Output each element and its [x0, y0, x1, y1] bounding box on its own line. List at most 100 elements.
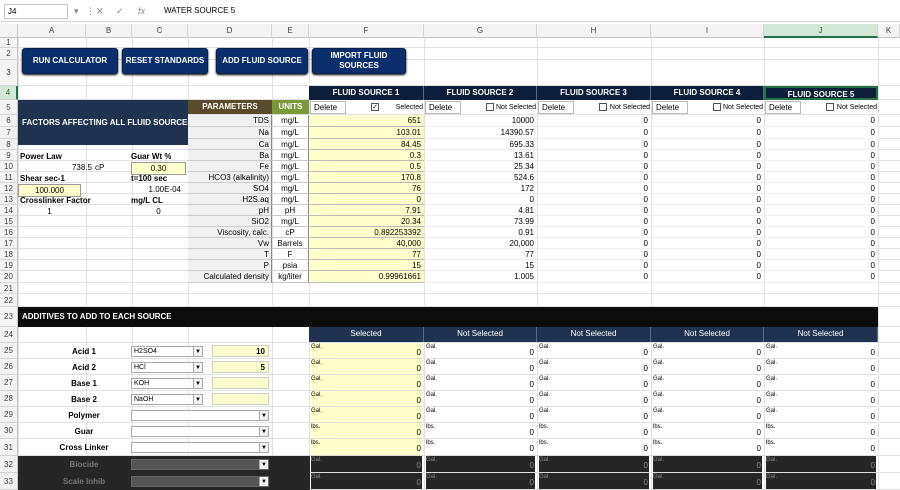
param-value-source-1[interactable]: 103.01: [309, 127, 424, 139]
param-value-source-1[interactable]: 0.3: [309, 150, 424, 161]
column-header-e[interactable]: E: [272, 24, 309, 38]
additive-dropdown[interactable]: NaOH ▼: [131, 394, 203, 405]
additive-amount-input[interactable]: 10: [212, 345, 269, 357]
additive-value-source-2[interactable]: 0: [424, 411, 534, 422]
additive-value-source-4[interactable]: 0: [651, 411, 761, 422]
row-header-11[interactable]: 11: [0, 172, 18, 183]
additive-amount-input[interactable]: [212, 393, 269, 405]
additive-value-source-3[interactable]: 0: [537, 379, 648, 390]
select-source-4-checkbox[interactable]: [713, 103, 721, 111]
import-fluid-sources-button[interactable]: IMPORT FLUID SOURCES: [312, 48, 406, 74]
row-header-9[interactable]: 9: [0, 150, 18, 161]
additive-value-source-3[interactable]: 0: [537, 395, 648, 406]
name-box[interactable]: J4: [4, 4, 68, 19]
additive-value-source-1[interactable]: 0: [309, 477, 421, 488]
chevron-down-icon[interactable]: ▼: [259, 477, 268, 486]
additive-value-source-4[interactable]: 0: [651, 379, 761, 390]
select-source-2-checkbox[interactable]: [486, 103, 494, 111]
row-header-31[interactable]: 31: [0, 439, 18, 456]
fluid-source-2-header[interactable]: FLUID SOURCE 2: [424, 86, 537, 100]
chevron-down-icon[interactable]: ▼: [193, 363, 202, 372]
param-value-source-1[interactable]: 0: [309, 194, 424, 205]
additive-value-source-5[interactable]: 0: [764, 477, 875, 488]
additive-value-source-5[interactable]: 0: [764, 411, 875, 422]
additive-value-source-1[interactable]: 0: [309, 379, 421, 390]
additive-value-source-5[interactable]: 0: [764, 460, 875, 471]
column-header-i[interactable]: I: [651, 24, 764, 38]
additive-dropdown[interactable]: ▼: [131, 476, 269, 487]
additive-value-source-2[interactable]: 0: [424, 443, 534, 454]
additive-value-source-3[interactable]: 0: [537, 443, 648, 454]
additive-value-source-5[interactable]: 0: [764, 443, 875, 454]
chevron-down-icon[interactable]: ▼: [259, 427, 268, 436]
fluid-source-5-header[interactable]: FLUID SOURCE 5: [764, 86, 878, 100]
row-header-3[interactable]: 3: [0, 60, 18, 86]
additive-value-source-4[interactable]: 0: [651, 427, 761, 438]
name-box-dropdown-icon[interactable]: ▾: [74, 4, 79, 18]
additive-value-source-1[interactable]: 0: [309, 460, 421, 471]
row-header-23[interactable]: 23: [0, 307, 18, 327]
additive-dropdown[interactable]: HCl ▼: [131, 362, 203, 373]
fluid-source-1-header[interactable]: FLUID SOURCE 1: [309, 86, 424, 100]
column-header-b[interactable]: B: [86, 24, 132, 38]
row-header-2[interactable]: 2: [0, 48, 18, 60]
delete-source-3-button[interactable]: Delete: [538, 101, 574, 114]
row-header-17[interactable]: 17: [0, 238, 18, 249]
row-header-4[interactable]: 4: [0, 86, 18, 100]
param-value-source-1[interactable]: 76: [309, 183, 424, 194]
additive-value-source-4[interactable]: 0: [651, 477, 761, 488]
row-header-33[interactable]: 33: [0, 473, 18, 490]
additive-value-source-2[interactable]: 0: [424, 347, 534, 358]
row-header-14[interactable]: 14: [0, 205, 18, 216]
reset-standards-button[interactable]: RESET STANDARDS: [122, 48, 208, 74]
param-value-source-1[interactable]: 7.91: [309, 205, 424, 216]
column-header-d[interactable]: D: [188, 24, 272, 38]
chevron-down-icon[interactable]: ▼: [259, 443, 268, 452]
param-value-source-1[interactable]: 0.892253392: [309, 227, 424, 238]
additive-dropdown[interactable]: ▼: [131, 459, 269, 470]
chevron-down-icon[interactable]: ▼: [193, 347, 202, 356]
row-header-8[interactable]: 8: [0, 139, 18, 150]
additive-value-source-1[interactable]: 0: [309, 427, 421, 438]
param-value-source-1[interactable]: 0.5: [309, 161, 424, 172]
additive-value-source-5[interactable]: 0: [764, 363, 875, 374]
additive-value-source-2[interactable]: 0: [424, 427, 534, 438]
cancel-icon[interactable]: ✕: [96, 4, 104, 18]
chevron-down-icon[interactable]: ▼: [193, 395, 202, 404]
formula-input[interactable]: WATER SOURCE 5: [160, 4, 898, 19]
additive-value-source-2[interactable]: 0: [424, 363, 534, 374]
row-header-12[interactable]: 12: [0, 183, 18, 194]
row-header-25[interactable]: 25: [0, 343, 18, 359]
param-value-source-1[interactable]: 0.99961661: [309, 271, 424, 283]
additive-value-source-3[interactable]: 0: [537, 363, 648, 374]
param-value-source-1[interactable]: 170.8: [309, 172, 424, 183]
row-header-18[interactable]: 18: [0, 249, 18, 260]
additive-value-source-1[interactable]: 0: [309, 395, 421, 406]
additive-value-source-4[interactable]: 0: [651, 443, 761, 454]
row-header-27[interactable]: 27: [0, 375, 18, 391]
row-header-5[interactable]: 5: [0, 100, 18, 115]
additive-dropdown[interactable]: H2SO4 ▼: [131, 346, 203, 357]
row-header-32[interactable]: 32: [0, 456, 18, 473]
additive-value-source-1[interactable]: 0: [309, 363, 421, 374]
select-source-5-checkbox[interactable]: [826, 103, 834, 111]
column-header-f[interactable]: F: [309, 24, 424, 38]
additive-dropdown[interactable]: ▼: [131, 410, 269, 421]
additive-amount-input[interactable]: 5: [212, 361, 269, 373]
additive-value-source-3[interactable]: 0: [537, 347, 648, 358]
row-header-29[interactable]: 29: [0, 407, 18, 423]
additive-value-source-1[interactable]: 0: [309, 411, 421, 422]
column-header-j[interactable]: J: [764, 24, 878, 38]
param-value-source-1[interactable]: 651: [309, 115, 424, 127]
column-header-h[interactable]: H: [537, 24, 651, 38]
additive-value-source-2[interactable]: 0: [424, 379, 534, 390]
additive-value-source-4[interactable]: 0: [651, 460, 761, 471]
row-header-28[interactable]: 28: [0, 391, 18, 407]
additive-value-source-2[interactable]: 0: [424, 395, 534, 406]
function-icon[interactable]: fx: [138, 4, 145, 18]
row-header-21[interactable]: 21: [0, 283, 18, 294]
row-header-16[interactable]: 16: [0, 227, 18, 238]
delete-source-4-button[interactable]: Delete: [652, 101, 688, 114]
delete-source-1-button[interactable]: Delete: [310, 101, 346, 114]
additive-value-source-5[interactable]: 0: [764, 427, 875, 438]
